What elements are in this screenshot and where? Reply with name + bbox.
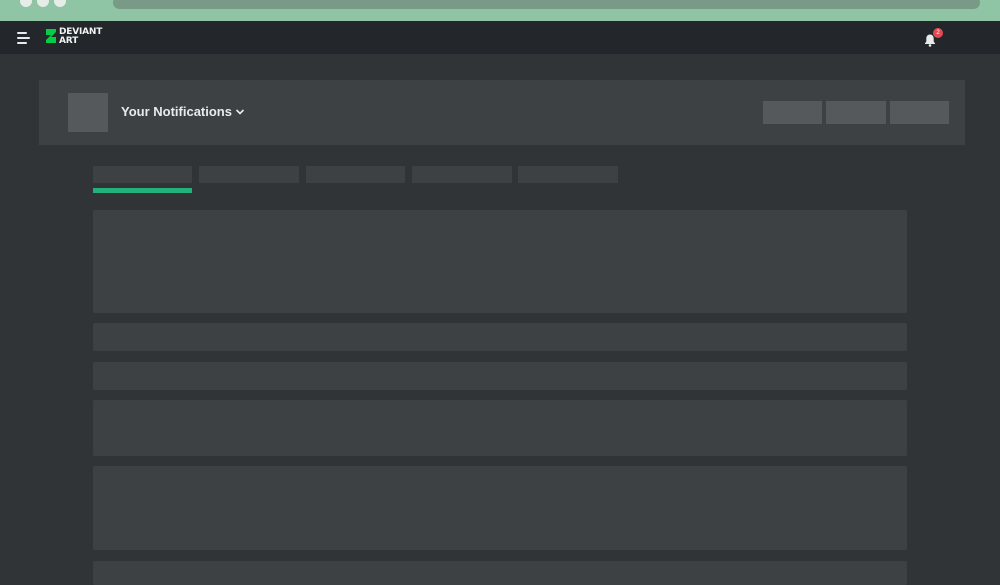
- window-close-dot[interactable]: [20, 0, 32, 7]
- notification-placeholder[interactable]: [93, 561, 907, 585]
- address-bar[interactable]: [113, 0, 980, 9]
- tab-1[interactable]: [93, 166, 192, 183]
- header-action-button-1[interactable]: [763, 101, 822, 124]
- notifications-header: Your Notifications: [39, 80, 965, 145]
- logo-line-2: ART: [59, 36, 79, 46]
- active-tab-indicator: [93, 188, 192, 193]
- notification-placeholder[interactable]: [93, 323, 907, 351]
- browser-chrome: [0, 0, 1000, 21]
- window-minimize-dot[interactable]: [37, 0, 49, 7]
- notification-placeholder[interactable]: [93, 400, 907, 456]
- tab-4[interactable]: [412, 166, 512, 183]
- logo-wordmark: DEVIANT ART: [59, 28, 102, 46]
- deviantart-logo[interactable]: DEVIANT ART: [45, 27, 111, 49]
- notification-count-badge: 2: [933, 28, 943, 38]
- window-maximize-dot[interactable]: [54, 0, 66, 7]
- hamburger-menu-icon[interactable]: [17, 32, 31, 44]
- tab-2[interactable]: [199, 166, 299, 183]
- header-action-button-2[interactable]: [826, 101, 886, 124]
- page-title[interactable]: Your Notifications: [121, 103, 232, 121]
- notification-placeholder[interactable]: [93, 362, 907, 390]
- deviantart-logo-icon: [46, 29, 56, 43]
- tab-3[interactable]: [306, 166, 405, 183]
- avatar[interactable]: [68, 93, 108, 132]
- header-action-button-3[interactable]: [890, 101, 949, 124]
- chevron-down-icon[interactable]: [234, 107, 246, 117]
- tab-5[interactable]: [518, 166, 618, 183]
- top-navigation-bar: DEVIANT ART: [0, 21, 1000, 54]
- notification-placeholder[interactable]: [93, 210, 907, 313]
- notification-placeholder[interactable]: [93, 466, 907, 550]
